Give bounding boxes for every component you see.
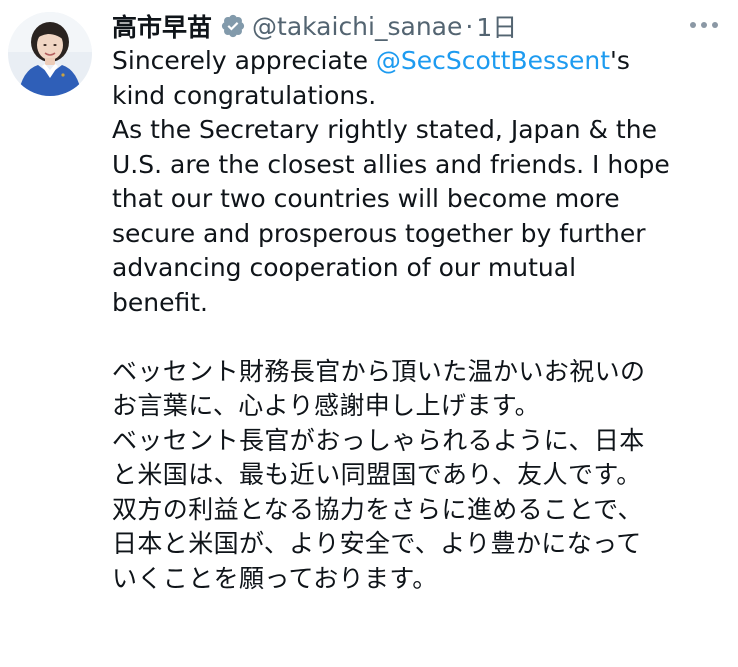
user-handle[interactable]: @takaichi_sanae	[252, 12, 462, 41]
tweet-line: 双方の利益となる協力をさらに進めることで、	[112, 494, 643, 524]
timestamp[interactable]: 1日	[476, 8, 517, 44]
tweet-line: U.S. are the closest allies and friends.…	[112, 149, 670, 179]
display-name[interactable]: 高市早苗	[112, 8, 212, 44]
tweet-line: that our two countries will become more	[112, 184, 620, 213]
tweet-line: 日本と米国が、より安全で、より豊かになって	[112, 529, 642, 558]
paragraph-break	[112, 320, 724, 355]
more-horizontal-icon[interactable]	[686, 10, 722, 40]
header-separator: ·	[465, 11, 474, 41]
tweet-line: advancing cooperation of our mutual	[112, 253, 577, 282]
tweet-line: と米国は、最も近い同盟国であり、友人です。	[112, 460, 642, 489]
tweet-text-segment: Sincerely appreciate	[112, 46, 376, 75]
verified-badge-icon	[220, 13, 246, 39]
avatar[interactable]	[8, 12, 92, 96]
tweet-text-segment: 's	[610, 46, 630, 75]
tweet[interactable]: 高市早苗 @takaichi_sanae · 1日 Sincerely appr…	[0, 0, 738, 667]
tweet-line: As the Secretary rightly stated, Japan &…	[112, 115, 657, 144]
japanese-text: ベッセント財務長官から頂いた温かいお祝いの お言葉に、心より感謝申し上げます。 …	[112, 355, 724, 597]
tweet-text: Sincerely appreciate @SecScottBessent's …	[112, 44, 724, 596]
tweet-line: お言葉に、心より感謝申し上げます。	[112, 391, 541, 420]
avatar-image	[8, 12, 92, 96]
tweet-line: secure and prosperous together by furthe…	[112, 218, 646, 248]
tweet-line: いくことを願っております。	[112, 563, 438, 593]
tweet-line: ベッセント財務長官から頂いた温かいお祝いの	[112, 356, 646, 386]
tweet-header: 高市早苗 @takaichi_sanae · 1日	[112, 6, 517, 46]
mention-link[interactable]: @SecScottBessent	[376, 46, 610, 75]
tweet-line: benefit.	[112, 287, 208, 317]
tweet-line: kind congratulations.	[112, 80, 377, 110]
tweet-line: Sincerely appreciate @SecScottBessent's	[112, 44, 724, 79]
tweet-line: ベッセント長官がおっしゃられるように、日本	[112, 425, 645, 455]
